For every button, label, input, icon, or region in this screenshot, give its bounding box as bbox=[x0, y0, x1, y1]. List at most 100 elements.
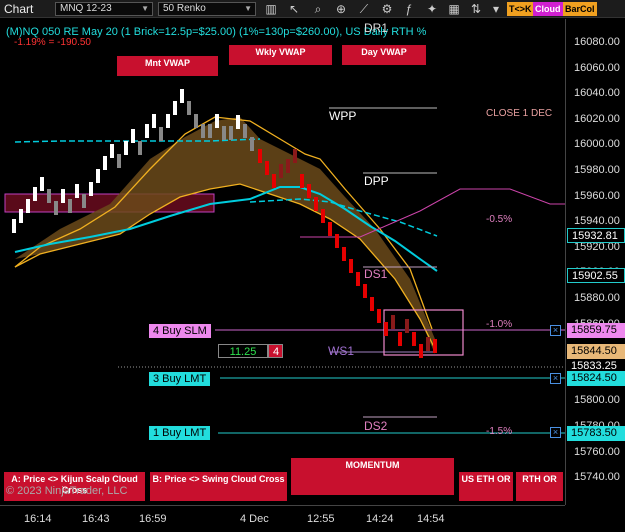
position-qty[interactable]: 4 bbox=[268, 344, 283, 358]
ws1-label: WS1 bbox=[328, 344, 355, 358]
instrument-value: MNQ 12-23 bbox=[60, 3, 112, 14]
indicators-icon[interactable]: ƒ bbox=[401, 1, 417, 17]
renko-brick bbox=[187, 101, 191, 115]
price-tick-label: 16040.00 bbox=[574, 87, 620, 100]
more-icon[interactable]: ▾ bbox=[488, 1, 504, 17]
time-label: 14:24 bbox=[366, 513, 394, 525]
price-tick-label: 16020.00 bbox=[574, 112, 620, 125]
renko-brick bbox=[201, 124, 205, 138]
properties-icon[interactable]: ⚙ bbox=[379, 1, 395, 17]
monthly-vwap-button[interactable]: Mnt VWAP bbox=[117, 56, 218, 76]
renko-brick bbox=[47, 189, 51, 203]
renko-brick bbox=[173, 101, 177, 115]
renko-brick bbox=[194, 114, 198, 128]
rth-or-button[interactable]: RTH OR bbox=[516, 472, 563, 501]
renko-brick bbox=[250, 137, 254, 151]
pct-neg-10-label: -1.0% bbox=[486, 319, 513, 330]
time-label: 16:14 bbox=[24, 513, 52, 525]
renko-brick bbox=[103, 156, 107, 170]
bar-type-selector[interactable]: 50 Renko ▼ bbox=[158, 2, 256, 16]
copyright-text: © 2023 NinjaTrader, LLC bbox=[6, 485, 128, 497]
bar-chart-icon[interactable]: ▥ bbox=[263, 1, 279, 17]
renko-brick bbox=[96, 169, 100, 183]
renko-brick bbox=[243, 124, 247, 138]
chart-plot-area[interactable]: (M)NQ 050 RE May 20 (1 Brick=12.5p=$25.0… bbox=[0, 19, 565, 505]
renko-brick bbox=[124, 141, 128, 155]
price-tick-label: 15940.00 bbox=[574, 215, 620, 228]
renko-brick bbox=[236, 115, 240, 129]
time-label: 14:54 bbox=[417, 513, 445, 525]
time-label: 4 Dec bbox=[240, 513, 269, 525]
renko-brick bbox=[68, 199, 72, 213]
renko-brick bbox=[138, 141, 142, 155]
cyan-ma2-price-tag: 15902.55 bbox=[567, 268, 625, 283]
renko-brick bbox=[215, 114, 219, 128]
renko-brick bbox=[363, 284, 367, 298]
pct-change-header: -1.19% = -190.50 bbox=[14, 37, 91, 48]
barcol-toggle-badge[interactable]: BarCol bbox=[563, 2, 597, 16]
dpp-label: DPP bbox=[364, 174, 389, 188]
buy-slm-order[interactable]: 4 Buy SLM bbox=[149, 324, 211, 338]
daily-vwap-button[interactable]: Day VWAP bbox=[342, 45, 426, 65]
cancel-lmt-1-icon[interactable]: × bbox=[550, 427, 561, 438]
pct-neg-05-label: -0.5% bbox=[486, 214, 513, 225]
pointer-icon[interactable]: ↖ bbox=[286, 1, 302, 17]
us-eth-or-button[interactable]: US ETH OR bbox=[459, 472, 513, 501]
weekly-vwap-button[interactable]: Wkly VWAP bbox=[229, 45, 332, 65]
price-tick-label: 15880.00 bbox=[574, 292, 620, 304]
instrument-selector[interactable]: MNQ 12-23 ▼ bbox=[55, 2, 153, 16]
strategies-icon[interactable]: ✦ bbox=[424, 1, 440, 17]
renko-brick bbox=[370, 297, 374, 311]
crosshair-icon[interactable]: ⊕ bbox=[333, 1, 349, 17]
renko-brick bbox=[208, 124, 212, 138]
renko-brick bbox=[12, 219, 16, 233]
cancel-slm-icon[interactable]: × bbox=[550, 325, 561, 336]
close-dec-label: CLOSE 1 DEC bbox=[486, 108, 553, 119]
chart-trader-icon[interactable]: ⇅ bbox=[468, 1, 484, 17]
time-axis[interactable]: 16:14 16:43 16:59 4 Dec 12:55 14:24 14:5… bbox=[0, 505, 565, 532]
renko-brick bbox=[54, 201, 58, 215]
buy-lmt-1-order[interactable]: 1 Buy LMT bbox=[149, 426, 211, 440]
templates-icon[interactable]: ▦ bbox=[446, 1, 462, 17]
renko-brick bbox=[328, 222, 332, 236]
renko-brick bbox=[258, 149, 262, 163]
wpp-label: WPP bbox=[329, 109, 357, 123]
price-axis[interactable]: 16080.00 16060.00 16040.00 16020.00 16000.00… bbox=[565, 19, 625, 505]
renko-brick bbox=[272, 174, 276, 188]
renko-brick bbox=[426, 337, 430, 351]
cancel-lmt-3-icon[interactable]: × bbox=[550, 373, 561, 384]
momentum-button[interactable]: MOMENTUM bbox=[291, 458, 454, 495]
ichimoku-cloud bbox=[15, 117, 435, 354]
renko-brick bbox=[145, 124, 149, 138]
renko-brick bbox=[265, 161, 269, 175]
dr1-label: DR1 bbox=[364, 21, 389, 35]
swing-cross-button[interactable]: B: Price <> Swing Cloud Cross bbox=[150, 472, 287, 501]
position-price-tag: 15844.50 bbox=[567, 344, 625, 359]
cloud-toggle-badge[interactable]: Cloud bbox=[533, 2, 563, 16]
chart-toolbar: Chart MNQ 12-23 ▼ 50 Renko ▼ ▥ ↖ ⌕ ⊕ ⟋ ⚙… bbox=[0, 0, 625, 18]
price-tick-label: 15760.00 bbox=[574, 445, 620, 458]
renko-brick bbox=[314, 197, 318, 211]
buy-lmt-3-order[interactable]: 3 Buy LMT bbox=[149, 372, 211, 386]
renko-brick bbox=[229, 126, 233, 140]
zoom-icon[interactable]: ⌕ bbox=[310, 1, 326, 17]
renko-brick bbox=[19, 209, 23, 223]
chevron-down-icon: ▼ bbox=[244, 4, 252, 13]
renko-brick bbox=[321, 209, 325, 223]
tk-toggle-badge[interactable]: T<>K bbox=[507, 2, 534, 16]
buy-lmt-1-price-tag: 15783.50 bbox=[567, 426, 625, 441]
buy-lmt-3-price-tag: 15824.50 bbox=[567, 371, 625, 386]
renko-brick bbox=[405, 319, 409, 333]
time-label: 12:55 bbox=[307, 513, 335, 525]
draw-line-icon[interactable]: ⟋ bbox=[356, 1, 372, 17]
pct-neg-15-label: -1.5% bbox=[486, 426, 513, 437]
renko-brick bbox=[384, 322, 388, 336]
renko-brick bbox=[279, 164, 283, 178]
price-chart bbox=[4, 89, 565, 434]
renko-brick bbox=[33, 187, 37, 201]
window-title: Chart bbox=[4, 2, 34, 16]
renko-brick bbox=[166, 114, 170, 128]
price-tick-label: 15740.00 bbox=[574, 471, 620, 484]
position-pnl: 11.25 bbox=[218, 344, 268, 358]
renko-brick bbox=[433, 339, 437, 353]
